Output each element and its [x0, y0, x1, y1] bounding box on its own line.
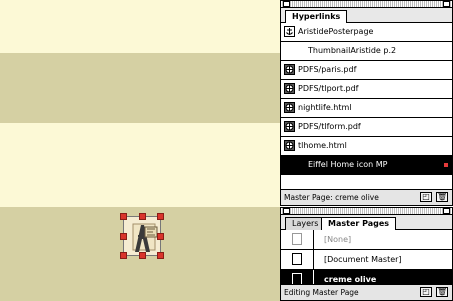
url-link-icon [284, 64, 295, 75]
master-page-status: Master Page: creme olive [284, 193, 379, 202]
hyperlink-label: PDFS/tlform.pdf [298, 122, 361, 131]
eiffel-tower-icon [123, 216, 161, 256]
editing-status: Editing Master Page [284, 288, 359, 297]
hyperlinks-panel: Hyperlinks AristidePosterpage ThumbnailA… [280, 0, 453, 206]
cream-band-2 [0, 123, 280, 207]
hyperlink-item-selected[interactable]: Eiffel Home icon MP [281, 156, 452, 175]
master-page-item[interactable]: [None] [281, 230, 452, 250]
master-page-label: [Document Master] [324, 255, 402, 264]
hyperlink-label: PDFS/tlport.pdf [298, 84, 359, 93]
selection-handle-tl[interactable] [120, 213, 127, 220]
new-hyperlink-button[interactable]: ◰ [420, 192, 432, 202]
pages-tabs: Layers Master Pages [281, 215, 452, 230]
trash-icon[interactable]: 🗑 [436, 287, 448, 297]
selection-handle-ml[interactable] [120, 233, 127, 240]
anchor-icon [284, 26, 295, 37]
close-box[interactable] [283, 208, 290, 214]
hyperlink-item[interactable]: PDFS/tlport.pdf [281, 80, 452, 99]
tab-hyperlinks[interactable]: Hyperlinks [285, 10, 348, 23]
master-page-label: [None] [324, 235, 352, 244]
page-icon [292, 253, 302, 265]
panel-titlebar[interactable] [281, 1, 452, 8]
hyperlink-label: ThumbnailAristide p.2 [308, 46, 397, 55]
cream-band-1 [0, 0, 280, 53]
hyperlink-item[interactable]: nightlife.html [281, 99, 452, 118]
hyperlink-label: tlhome.html [298, 141, 347, 150]
selection-handle-br[interactable] [157, 252, 164, 259]
hyperlink-item[interactable]: tlhome.html [281, 137, 452, 156]
hyperlink-item[interactable]: PDFS/tlform.pdf [281, 118, 452, 137]
hyperlinks-tabs: Hyperlinks [281, 8, 452, 23]
pages-footer: Editing Master Page ◰ 🗑 [281, 284, 452, 300]
tab-layers[interactable]: Layers [285, 217, 326, 230]
hyperlink-item[interactable]: PDFS/paris.pdf [281, 61, 452, 80]
zoom-box[interactable] [443, 1, 450, 7]
url-link-icon [284, 83, 295, 94]
hyperlink-label: PDFS/paris.pdf [298, 65, 357, 74]
panel-titlebar[interactable] [281, 208, 452, 215]
pages-panel: Layers Master Pages [None] [Document Mas… [280, 207, 453, 301]
zoom-box[interactable] [443, 208, 450, 214]
selection-handle-bl[interactable] [120, 252, 127, 259]
selection-handle-bm[interactable] [139, 252, 146, 259]
olive-band-1 [0, 53, 280, 123]
selection-handle-mr[interactable] [157, 233, 164, 240]
url-link-icon [284, 140, 295, 151]
trash-icon[interactable]: 🗑 [436, 192, 448, 202]
selection-handle-tr[interactable] [157, 213, 164, 220]
selection-handle-tm[interactable] [139, 213, 146, 220]
tab-master-pages[interactable]: Master Pages [321, 217, 397, 230]
divider [313, 230, 314, 249]
new-master-button[interactable]: ◰ [420, 287, 432, 297]
hyperlink-label: Eiffel Home icon MP [308, 160, 388, 169]
hyperlink-label: nightlife.html [298, 103, 352, 112]
page-icon [292, 233, 302, 245]
hyperlink-item[interactable]: ThumbnailAristide p.2 [281, 42, 452, 61]
url-link-icon [284, 121, 295, 132]
url-link-icon [284, 102, 295, 113]
hyperlink-item[interactable]: AristidePosterpage [281, 23, 452, 42]
eiffel-home-icon-object[interactable] [120, 213, 164, 259]
unresolved-link-marker-icon [444, 163, 448, 167]
divider [313, 250, 314, 269]
close-box[interactable] [283, 1, 290, 7]
hyperlink-label: AristidePosterpage [298, 27, 374, 36]
master-page-item[interactable]: [Document Master] [281, 250, 452, 270]
hyperlinks-footer: Master Page: creme olive ◰ 🗑 [281, 189, 452, 205]
